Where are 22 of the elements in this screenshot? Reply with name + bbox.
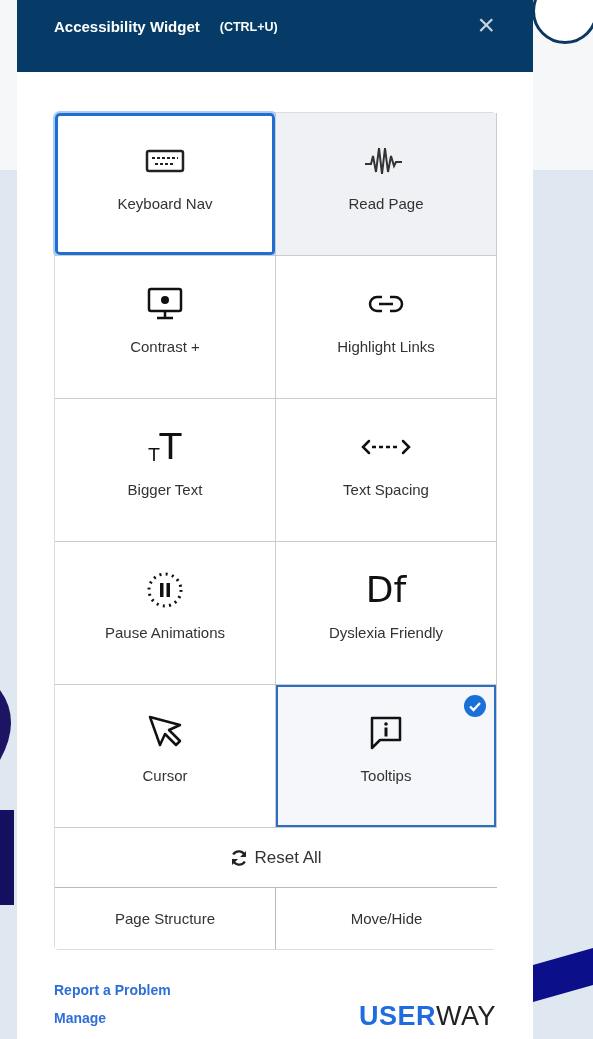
diagonal-stripe: [533, 948, 593, 1002]
close-button[interactable]: ×: [477, 10, 495, 40]
feature-tile[interactable]: Contrast +: [55, 256, 276, 399]
widget-title: Accessibility Widget: [54, 18, 200, 35]
feature-tile[interactable]: Pause Animations: [55, 542, 276, 685]
reset-all-button[interactable]: Reset All: [55, 828, 497, 888]
shortcut-hint: (CTRL+U): [219, 20, 278, 34]
feature-tile[interactable]: Df Dyslexia Friendly: [276, 542, 497, 685]
menu-button[interactable]: Page Structure: [55, 888, 276, 949]
refresh-icon: [230, 848, 249, 867]
feature-tile[interactable]: Cursor: [55, 685, 276, 828]
feature-tile[interactable]: Tooltips: [276, 685, 497, 828]
pause-icon: [145, 570, 185, 610]
feature-tile[interactable]: Highlight Links: [276, 256, 497, 399]
feature-tile[interactable]: Keyboard Nav: [55, 113, 276, 256]
feature-tile[interactable]: Text Spacing: [276, 399, 497, 542]
footer-link[interactable]: Manage: [54, 1010, 171, 1026]
brand-logo: USERWAY: [359, 1001, 496, 1032]
check-badge-icon: [464, 695, 486, 717]
glyph-icon: Df: [365, 570, 407, 610]
footer-link[interactable]: Report a Problem: [54, 982, 171, 998]
feature-tile[interactable]: Read Page: [276, 113, 497, 256]
